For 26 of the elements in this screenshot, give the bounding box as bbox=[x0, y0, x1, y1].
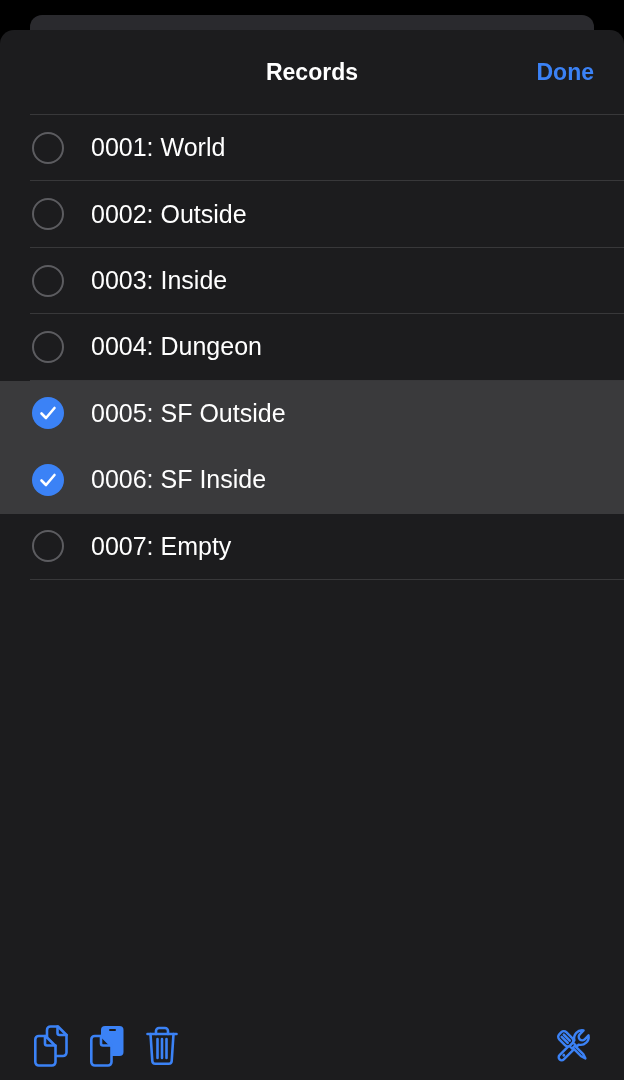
selection-checkbox[interactable] bbox=[32, 397, 64, 430]
record-label: 0006: SF Inside bbox=[91, 465, 267, 495]
record-label: 0001: World bbox=[91, 133, 226, 163]
record-row[interactable]: 0007: Empty bbox=[0, 513, 624, 580]
selection-checkbox[interactable] bbox=[32, 463, 64, 496]
selection-checkbox[interactable] bbox=[32, 530, 64, 563]
selection-checkbox[interactable] bbox=[32, 198, 64, 231]
trash-icon[interactable] bbox=[146, 1026, 178, 1066]
done-button[interactable]: Done bbox=[536, 58, 594, 86]
selection-checkbox[interactable] bbox=[32, 264, 64, 297]
selection-checkbox[interactable] bbox=[32, 131, 64, 164]
record-label: 0002: Outside bbox=[91, 199, 247, 229]
document-clipboard-icon[interactable] bbox=[90, 1025, 124, 1067]
record-label: 0003: Inside bbox=[91, 266, 228, 296]
record-row[interactable]: 0005: SF Outside bbox=[0, 380, 624, 448]
record-row[interactable]: 0002: Outside bbox=[0, 181, 624, 248]
sheet-title: Records bbox=[265, 58, 358, 86]
record-row[interactable]: 0003: Inside bbox=[0, 247, 624, 315]
record-label: 0004: Dungeon bbox=[91, 332, 262, 362]
copy-icon[interactable] bbox=[34, 1025, 68, 1067]
selection-checkbox[interactable] bbox=[32, 330, 64, 363]
record-row[interactable]: 0006: SF Inside bbox=[0, 447, 624, 514]
record-row[interactable]: 0004: Dungeon bbox=[0, 314, 624, 381]
record-label: 0005: SF Outside bbox=[91, 398, 286, 428]
record-row[interactable]: 0001: World bbox=[0, 115, 624, 182]
record-label: 0007: Empty bbox=[91, 531, 232, 561]
